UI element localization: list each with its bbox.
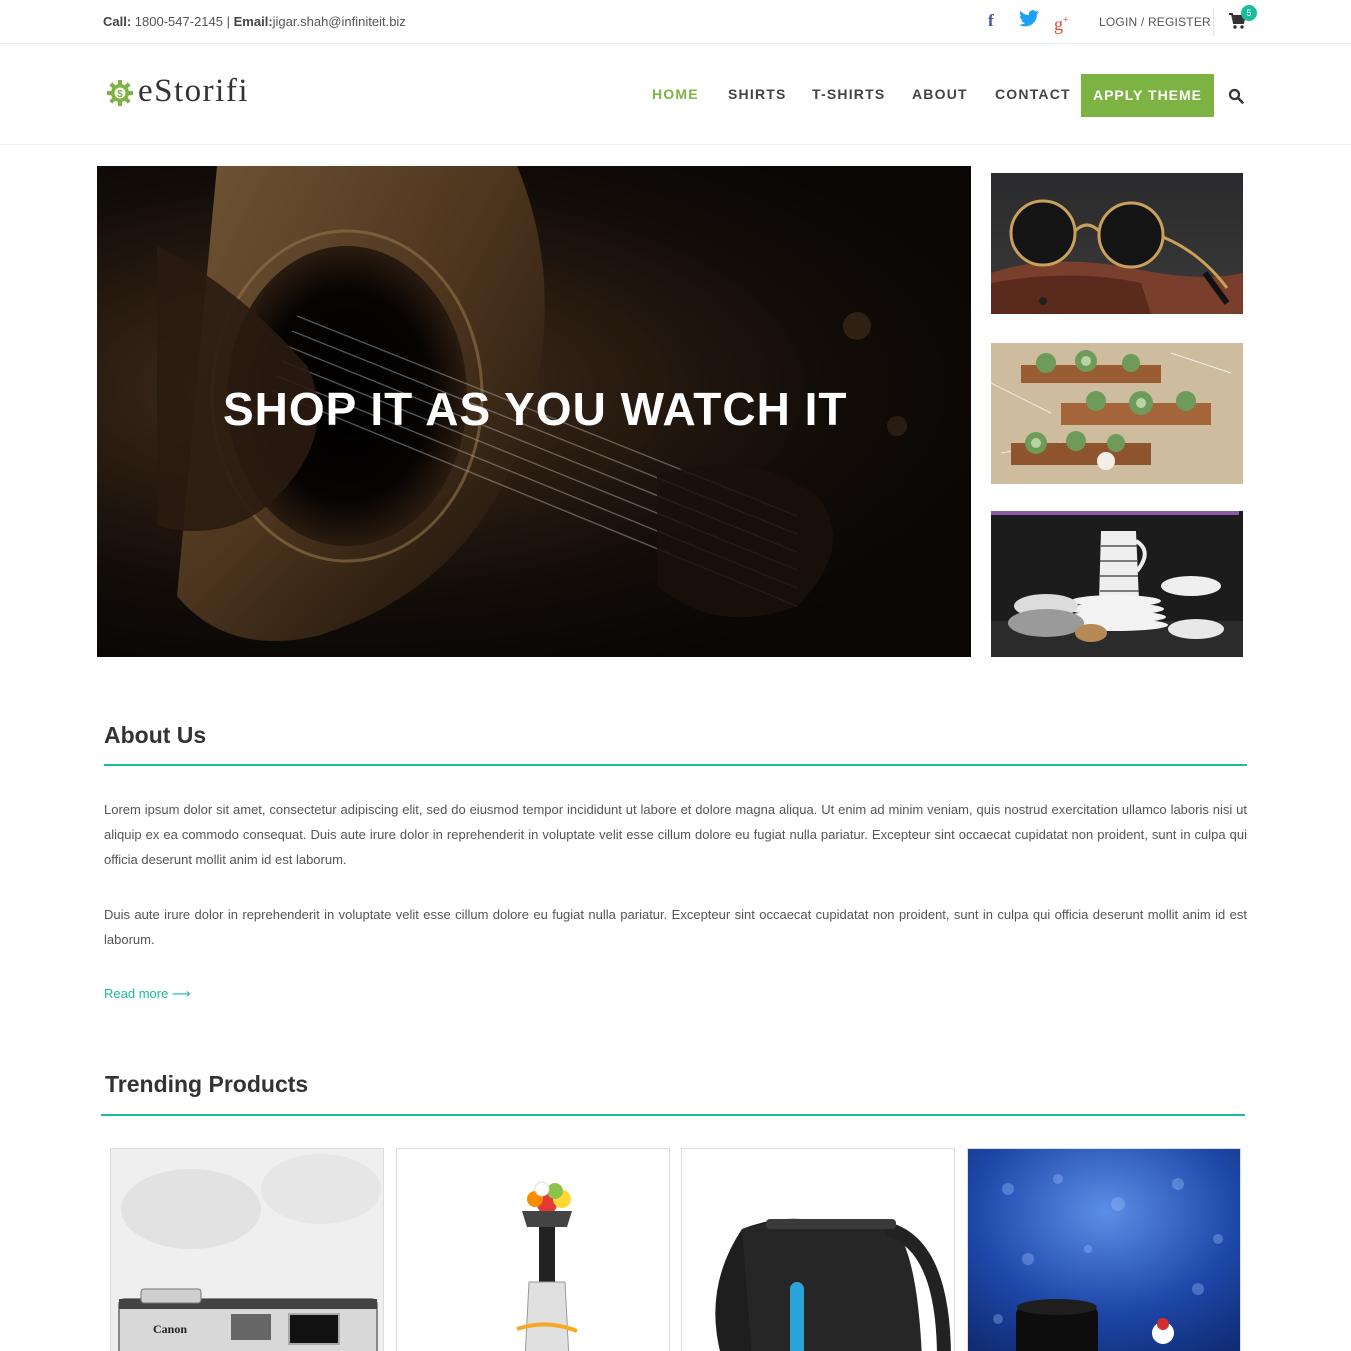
dinnerware-image	[991, 511, 1243, 657]
facebook-icon[interactable]: f	[988, 10, 994, 32]
decor-image	[968, 1149, 1240, 1351]
contact-divider: |	[226, 14, 231, 29]
logo-text[interactable]: eStorifi	[138, 73, 249, 110]
contact-info: Call: 1800-547-2145 | Email:jigar.shah@i…	[103, 14, 406, 29]
nav-about[interactable]: ABOUT	[912, 86, 968, 102]
about-paragraph-1: Lorem ipsum dolor sit amet, consectetur …	[104, 802, 1247, 867]
camera-image: Canon	[111, 1149, 383, 1351]
hero-title: SHOP IT AS YOU WATCH IT	[223, 383, 848, 435]
email-address[interactable]: jigar.shah@infiniteit.biz	[273, 14, 406, 29]
product-card-kettle[interactable]	[681, 1148, 955, 1351]
google-plus-icon[interactable]: g+	[1054, 10, 1069, 35]
product-card-blue-item[interactable]	[967, 1148, 1241, 1351]
nav-shirts[interactable]: SHIRTS	[728, 86, 787, 102]
trending-divider	[101, 1114, 1245, 1116]
succulents-image	[991, 343, 1243, 484]
logo-gear-icon[interactable]: $	[107, 80, 133, 106]
call-label: Call:	[103, 14, 132, 29]
product-card-camera[interactable]: Canon	[110, 1148, 384, 1351]
divider	[1213, 8, 1214, 36]
about-divider	[104, 764, 1247, 766]
camera-brand: Canon	[153, 1322, 187, 1336]
juicer-image	[397, 1149, 669, 1351]
nav-contact[interactable]: CONTACT	[995, 86, 1071, 102]
top-bar: Call: 1800-547-2145 | Email:jigar.shah@i…	[0, 0, 1351, 44]
apply-theme-button[interactable]: APPLY THEME	[1081, 74, 1214, 117]
call-number[interactable]: 1800-547-2145	[135, 14, 223, 29]
succulents-banner[interactable]	[991, 343, 1243, 484]
trending-products-heading: Trending Products	[105, 1071, 309, 1097]
read-more-link[interactable]: Read more ⟶	[104, 986, 191, 1002]
search-icon[interactable]	[1228, 88, 1244, 104]
nav-t-shirts[interactable]: T-SHIRTS	[812, 86, 885, 102]
site-header: $ eStorifi HOME SHIRTS T-SHIRTS ABOUT CO…	[0, 45, 1351, 145]
hero-banner[interactable]: SHOP IT AS YOU WATCH IT	[97, 166, 971, 657]
product-card-juicer[interactable]	[396, 1148, 670, 1351]
email-label: Email:	[233, 14, 273, 29]
about-us-heading: About Us	[104, 722, 207, 748]
cart-count-badge: 5	[1241, 5, 1257, 21]
sunglasses-banner[interactable]	[991, 173, 1243, 314]
dinnerware-banner[interactable]	[991, 511, 1243, 657]
kettle-image	[682, 1149, 954, 1351]
svg-text:$: $	[117, 89, 123, 100]
nav-home[interactable]: HOME	[652, 86, 699, 102]
sunglasses-image	[991, 199, 1243, 314]
login-register-link[interactable]: LOGIN / REGISTER	[1099, 15, 1211, 29]
twitter-icon[interactable]	[1019, 10, 1039, 33]
about-paragraph-2: Duis aute irure dolor in reprehenderit i…	[104, 907, 1247, 947]
